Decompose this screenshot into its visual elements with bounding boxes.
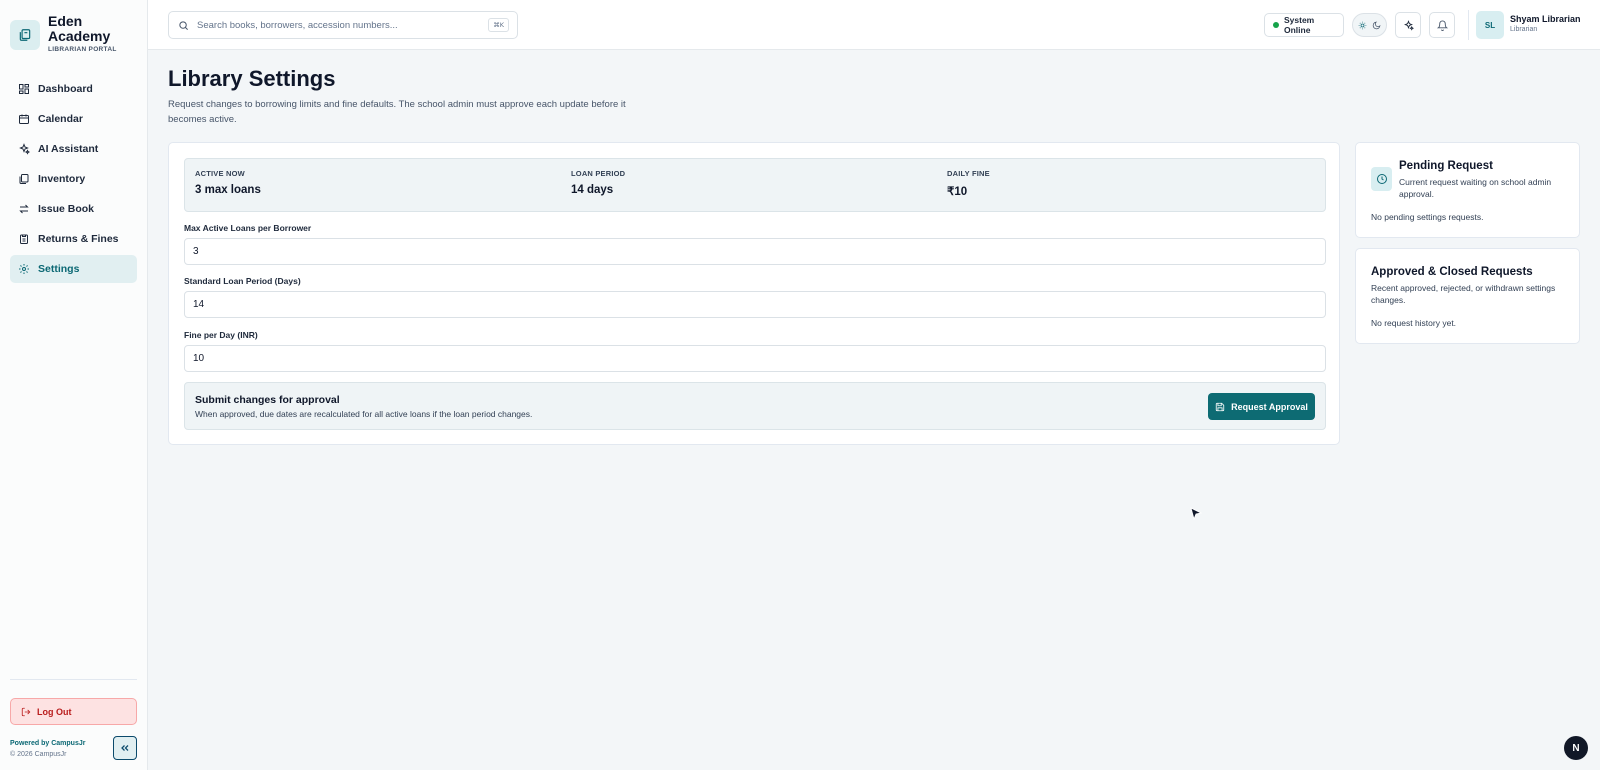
calendar-icon [18, 113, 30, 125]
sidebar-item-label: Calendar [38, 113, 83, 125]
summary-value: 3 max loans [195, 184, 261, 196]
page-description: Request changes to borrowing limits and … [168, 99, 626, 125]
sidebar-item-ai-assistant[interactable]: AI Assistant [10, 135, 137, 163]
status-label: System Online [1284, 15, 1315, 35]
summary-label: ACTIVE NOW [195, 169, 245, 178]
summary-active-now: ACTIVE NOW 3 max loans [195, 169, 261, 196]
request-approval-label: Request Approval [1231, 401, 1308, 412]
sidebar-item-calendar[interactable]: Calendar [10, 105, 137, 133]
status-dot [1273, 22, 1279, 28]
chevrons-left-icon [119, 742, 131, 754]
summary-label: LOAN PERIOD [571, 169, 626, 178]
logout-icon [21, 707, 31, 717]
avatar[interactable]: SL [1476, 11, 1504, 39]
max-loans-label: Max Active Loans per Borrower [184, 223, 312, 233]
collapse-sidebar-button[interactable] [113, 736, 137, 760]
system-status-badge: System Online [1264, 13, 1344, 37]
summary-loan-period: LOAN PERIOD 14 days [571, 169, 625, 196]
page-title: Library Settings [168, 66, 336, 91]
sidebar-item-label: Returns & Fines [38, 233, 119, 245]
loan-period-field[interactable] [184, 291, 1326, 318]
summary-value: 14 days [571, 184, 614, 196]
save-icon [1215, 402, 1225, 412]
dashboard-grid-icon [18, 83, 30, 95]
sidebar-nav: Dashboard Calendar AI Assistant Inventor… [10, 75, 137, 285]
summary-daily-fine: DAILY FINE ₹10 [947, 169, 990, 198]
sidebar-item-settings[interactable]: Settings [10, 255, 137, 283]
fine-per-day-field[interactable] [184, 345, 1326, 372]
summary-value: ₹10 [947, 186, 968, 198]
clipboard-icon [18, 233, 30, 245]
search-icon [178, 20, 189, 31]
sidebar: Eden Academy LIBRARIAN PORTAL Dashboard … [0, 0, 148, 770]
gear-icon [18, 263, 30, 275]
pending-description: Current request waiting on school admin … [1399, 177, 1552, 199]
user-name[interactable]: Shyam Librarian [1510, 14, 1581, 24]
search-input[interactable] [197, 19, 477, 31]
search-bar[interactable]: ⌘K [168, 11, 518, 39]
history-description: Recent approved, rejected, or withdrawn … [1371, 283, 1556, 305]
shortcut-hint: ⌘K [488, 18, 509, 32]
sparkles-icon [1403, 19, 1414, 31]
max-loans-field[interactable] [184, 238, 1326, 265]
sparkles-icon [18, 143, 30, 155]
user-role: Librarian [1510, 26, 1538, 33]
dev-tools-badge[interactable]: N [1564, 736, 1588, 760]
ai-sparkles-button[interactable] [1395, 12, 1421, 38]
sidebar-item-dashboard[interactable]: Dashboard [10, 75, 137, 103]
logout-button[interactable]: Log Out [10, 698, 137, 725]
loan-period-label: Standard Loan Period (Days) [184, 276, 301, 286]
pending-title: Pending Request [1399, 160, 1493, 172]
settings-card: ACTIVE NOW 3 max loans LOAN PERIOD 14 da… [168, 142, 1340, 445]
sidebar-item-label: AI Assistant [38, 143, 99, 155]
pending-request-card: Pending Request Current request waiting … [1355, 142, 1580, 238]
sidebar-item-returns-fines[interactable]: Returns & Fines [10, 225, 137, 253]
brand-name: Eden Academy [48, 13, 111, 44]
sidebar-item-label: Settings [38, 263, 80, 275]
sidebar-item-label: Inventory [38, 173, 86, 185]
current-settings-summary: ACTIVE NOW 3 max loans LOAN PERIOD 14 da… [184, 158, 1326, 212]
copyright: © 2026 CampusJr [10, 751, 67, 758]
theme-toggle[interactable] [1352, 13, 1387, 37]
sidebar-divider [10, 679, 137, 680]
topbar-divider [1468, 10, 1469, 40]
sidebar-item-issue-book[interactable]: Issue Book [10, 195, 137, 223]
library-books-icon [10, 20, 40, 50]
swap-arrows-icon [18, 203, 30, 215]
logout-label: Log Out [37, 706, 72, 717]
books-stack-icon [18, 173, 30, 185]
powered-by[interactable]: Powered by CampusJr [10, 740, 85, 747]
history-empty-text: No request history yet. [1371, 318, 1457, 328]
clock-icon [1371, 167, 1392, 191]
notifications-button[interactable] [1429, 12, 1455, 38]
request-history-card: Approved & Closed Requests Recent approv… [1355, 248, 1580, 344]
history-title: Approved & Closed Requests [1371, 266, 1533, 278]
submit-title: Submit changes for approval [195, 394, 340, 406]
brand-subtitle: LIBRARIAN PORTAL [48, 46, 117, 53]
bell-icon [1436, 20, 1448, 31]
submit-panel: Submit changes for approval When approve… [184, 382, 1326, 430]
sun-icon[interactable] [1358, 21, 1367, 30]
submit-description: When approved, due dates are recalculate… [195, 409, 533, 419]
pending-empty-text: No pending settings requests. [1371, 212, 1484, 222]
mouse-cursor-icon [1190, 507, 1203, 526]
fine-per-day-label: Fine per Day (INR) [184, 330, 258, 340]
summary-label: DAILY FINE [947, 169, 990, 178]
moon-icon[interactable] [1372, 21, 1381, 30]
sidebar-item-label: Dashboard [38, 83, 93, 95]
brand[interactable]: Eden Academy LIBRARIAN PORTAL [10, 14, 118, 53]
topbar: ⌘K System Online SL Shyam Librarian Libr… [148, 0, 1600, 50]
request-approval-button[interactable]: Request Approval [1208, 393, 1315, 420]
sidebar-item-inventory[interactable]: Inventory [10, 165, 137, 193]
sidebar-item-label: Issue Book [38, 203, 95, 215]
